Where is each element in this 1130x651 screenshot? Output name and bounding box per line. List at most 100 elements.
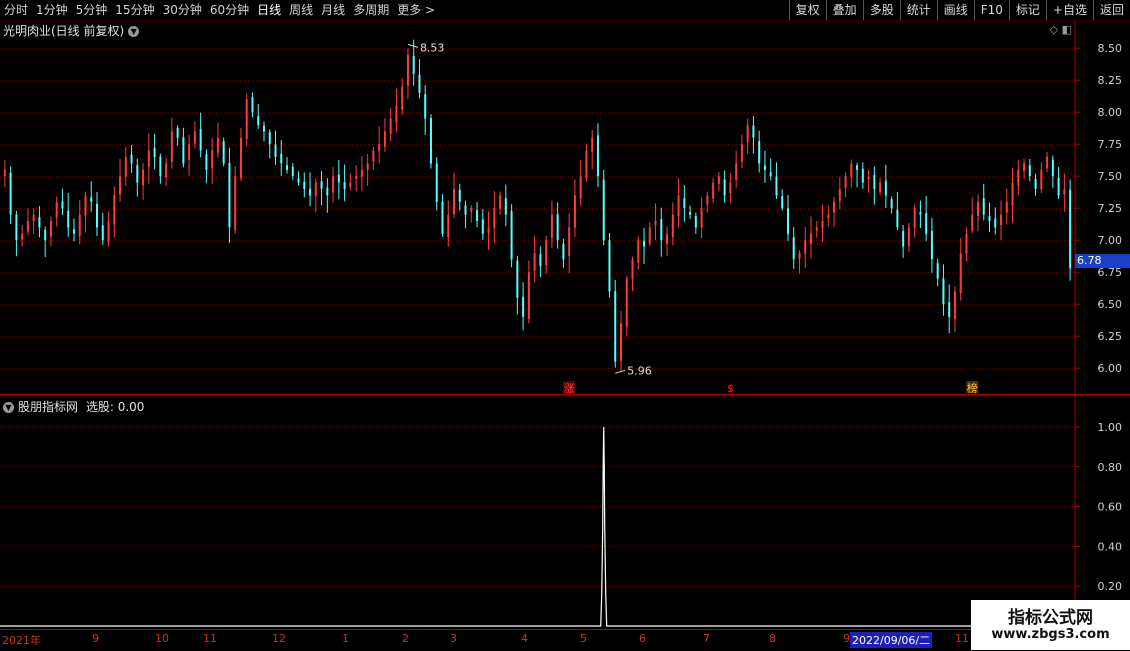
candle-body (1023, 163, 1026, 171)
candle-body (1005, 201, 1008, 213)
candle-body (965, 233, 968, 254)
candle-body (136, 165, 139, 183)
candle-body (159, 156, 162, 177)
candle-body (406, 54, 409, 86)
candle-body (1051, 159, 1054, 177)
candle-body (61, 201, 64, 209)
period-tab-4[interactable]: 30分钟 (159, 0, 206, 20)
date-label: 4 (521, 632, 528, 645)
period-tab-6[interactable]: 日线 (253, 0, 285, 20)
period-tab-1[interactable]: 1分钟 (32, 0, 72, 20)
candle-body (55, 201, 58, 218)
candle-body (545, 240, 548, 266)
candle-body (723, 179, 726, 196)
period-tab-3[interactable]: 15分钟 (111, 0, 158, 20)
candle-body (925, 213, 928, 234)
period-tab-9[interactable]: 多周期 (349, 0, 393, 20)
candle-body (631, 259, 634, 279)
period-tab-5[interactable]: 60分钟 (206, 0, 253, 20)
y-tick-label: 8.50 (1098, 42, 1123, 55)
candle-body (729, 182, 732, 193)
toolbar-button-5[interactable]: F10 (973, 0, 1009, 20)
candle-body (1040, 169, 1043, 190)
candle-body (234, 176, 237, 231)
period-tab-8[interactable]: 月线 (317, 0, 349, 20)
candle-body (113, 195, 116, 225)
period-tab-2[interactable]: 5分钟 (72, 0, 112, 20)
candle-body (833, 201, 836, 213)
toolbar-button-0[interactable]: 复权 (788, 0, 826, 20)
candle-body (971, 214, 974, 231)
y-tick-label: 6.75 (1098, 266, 1123, 279)
candle-body (539, 254, 542, 266)
candle-body (326, 187, 329, 196)
candle-body (170, 131, 173, 162)
date-label: 5 (580, 632, 587, 645)
candle-body (671, 214, 674, 238)
candle-body (38, 217, 41, 228)
candle-body (119, 176, 122, 195)
candle-body (735, 163, 738, 180)
indicator-tick-label: 0.20 (1098, 580, 1123, 593)
candle-body (677, 195, 680, 217)
candle-body (32, 214, 35, 222)
period-tab-7[interactable]: 周线 (285, 0, 317, 20)
selected-date: 2022/09/06/二 (850, 632, 933, 648)
candle-body (643, 240, 646, 247)
date-label: 9 (92, 632, 99, 645)
y-tick-label: 7.50 (1098, 170, 1123, 183)
candle-body (67, 210, 70, 228)
candle-body (107, 221, 110, 243)
candle-body (896, 209, 899, 228)
candle-body (26, 221, 29, 232)
y-tick-label: 6.00 (1098, 362, 1123, 375)
candle-body (360, 169, 363, 178)
candle-body (637, 240, 640, 263)
candle-body (602, 179, 605, 241)
event-marker: 涨 (564, 382, 575, 395)
candle-body (838, 189, 841, 202)
toolbar-button-2[interactable]: 多股 (862, 0, 900, 20)
candle-body (464, 205, 467, 215)
candle-body (199, 129, 202, 151)
candle-body (579, 176, 582, 199)
candle-body (355, 176, 358, 179)
date-label: 12 (272, 632, 286, 645)
period-tab-10[interactable]: 更多 > (393, 0, 439, 20)
candle-body (948, 302, 951, 317)
candle-body (712, 182, 715, 199)
candle-body (994, 218, 997, 228)
toolbar-button-4[interactable]: 画线 (936, 0, 974, 20)
candle-body (827, 214, 830, 219)
candle-body (239, 137, 242, 178)
action-buttons: 复权 叠加 多股 统计 画线 F10 标记 +自选 返回 (788, 0, 1130, 20)
candlestick-chart[interactable]: 8.50 8.25 8.00 7.75 7.50 7.25 7.00 6.75 6.50 6.25… (0, 21, 1130, 395)
candle-body (556, 214, 559, 241)
candle-body (959, 253, 962, 293)
toolbar-button-1[interactable]: 叠加 (825, 0, 863, 20)
candle-body (458, 189, 461, 202)
toolbar-button-6[interactable]: 标记 (1008, 0, 1046, 20)
indicator-tick-label: 0.60 (1098, 501, 1123, 514)
candle-body (907, 227, 910, 246)
candle-body (596, 135, 599, 177)
candle-body (510, 211, 513, 260)
toolbar-button-8[interactable]: 返回 (1092, 0, 1130, 20)
candle-body (1063, 189, 1066, 195)
candle-body (810, 233, 813, 244)
candle-body (447, 214, 450, 238)
candle-body (182, 137, 185, 164)
date-label: 9 (843, 632, 850, 645)
indicator-chart[interactable]: 1.00 0.80 0.60 0.40 0.20 (0, 397, 1130, 629)
candle-body (372, 150, 375, 162)
period-tab-0[interactable]: 分时 (0, 0, 32, 20)
toolbar-button-7[interactable]: +自选 (1045, 0, 1093, 20)
candle-body (1069, 189, 1072, 269)
candle-body (211, 150, 214, 169)
toolbar-button-3[interactable]: 统计 (899, 0, 937, 20)
candle-body (205, 154, 208, 170)
candle-body (550, 214, 553, 238)
candle-body (763, 165, 766, 170)
candle-body (72, 229, 75, 234)
candle-body (527, 272, 530, 319)
